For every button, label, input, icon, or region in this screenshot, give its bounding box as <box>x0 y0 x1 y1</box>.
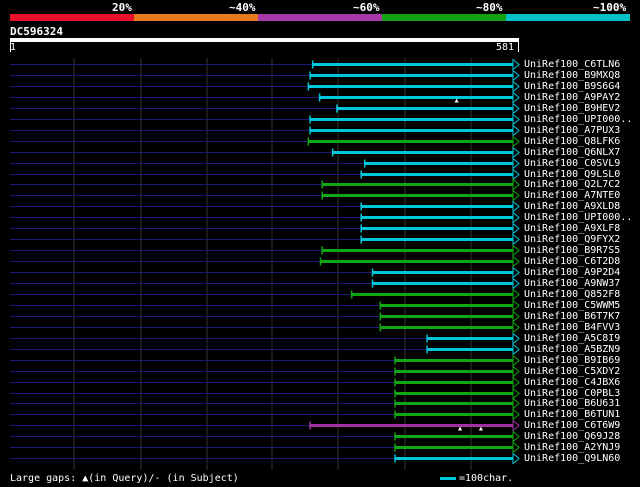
hit-label[interactable]: UniRef100_A7PUX3 <box>524 125 620 136</box>
hit-end-arrow <box>512 69 520 82</box>
hit-label[interactable]: UniRef100_C4JBX6 <box>524 377 620 388</box>
hit-label[interactable]: UniRef100_A5C8I9 <box>524 333 620 344</box>
hit-end-arrow <box>512 233 520 246</box>
hit-end-arrow <box>512 299 520 312</box>
hit-label[interactable]: UniRef100_A7NTE0 <box>524 190 620 201</box>
hit-end-arrow <box>512 146 520 159</box>
hit-label[interactable]: UniRef100_C5WWM5 <box>524 300 620 311</box>
hit-end-arrow <box>512 102 520 115</box>
hit-label[interactable]: UniRef100_Q2L7C2 <box>524 179 620 190</box>
hit-label[interactable]: UniRef100_Q852F8 <box>524 289 620 300</box>
hit-label[interactable]: UniRef100_C0SVL9 <box>524 158 620 169</box>
query-gap-marker <box>478 426 483 431</box>
legend-text: =100char. <box>459 473 514 484</box>
hit-end-arrow <box>512 211 520 224</box>
hit-end-arrow <box>512 113 520 126</box>
hit-end-arrow <box>512 135 520 148</box>
query-gap-marker <box>458 426 463 431</box>
hit-end-arrow <box>512 376 520 389</box>
hit-label[interactable]: UniRef100_A2YNJ9 <box>524 442 620 453</box>
hit-label[interactable]: UniRef100_B9IB69 <box>524 355 620 366</box>
legend-swatch <box>440 477 456 480</box>
hit-label[interactable]: UniRef100_B4FVV3 <box>524 322 620 333</box>
hit-label[interactable]: UniRef100_C6TLN6 <box>524 59 620 70</box>
hit-end-arrow <box>512 222 520 235</box>
hit-end-arrow <box>512 80 520 93</box>
hit-end-arrow <box>512 266 520 279</box>
hit-end-arrow <box>512 58 520 71</box>
hit-label[interactable]: UniRef100_Q8LFK6 <box>524 136 620 147</box>
hit-label[interactable]: UniRef100_Q69J28 <box>524 431 620 442</box>
hit-end-arrow <box>512 310 520 323</box>
hit-label[interactable]: UniRef100_B9S6G4 <box>524 81 620 92</box>
hit-end-arrow <box>512 408 520 421</box>
hit-label[interactable]: UniRef100_C6T6W9 <box>524 420 620 431</box>
hit-end-arrow <box>512 430 520 443</box>
hit-label[interactable]: UniRef100_A9XLD8 <box>524 201 620 212</box>
hit-end-arrow <box>512 321 520 334</box>
hit-label[interactable]: UniRef100_B6TUN1 <box>524 409 620 420</box>
gap-legend: Large gaps: ▲(in Query)/- (in Subject) <box>10 473 239 484</box>
hit-end-arrow <box>512 189 520 202</box>
hit-end-arrow <box>512 332 520 345</box>
hit-label[interactable]: UniRef100_B9HEV2 <box>524 103 620 114</box>
hit-end-arrow <box>512 157 520 170</box>
hit-end-arrow <box>512 343 520 356</box>
hit-end-arrow <box>512 288 520 301</box>
hit-label[interactable]: UniRef100_A5BZN9 <box>524 344 620 355</box>
hit-end-arrow <box>512 387 520 400</box>
hit-end-arrow <box>512 277 520 290</box>
hit-end-arrow <box>512 91 520 104</box>
scale-legend: =100char. <box>440 473 513 484</box>
hit-end-arrow <box>512 419 520 432</box>
hit-end-arrow <box>512 244 520 257</box>
hit-end-arrow <box>512 354 520 367</box>
hit-label[interactable]: UniRef100_Q9LN60 <box>524 453 620 464</box>
query-gap-marker <box>454 98 459 103</box>
hit-label[interactable]: UniRef100_B9MXQ8 <box>524 70 620 81</box>
hit-label[interactable]: UniRef100_C6T2D8 <box>524 256 620 267</box>
hit-end-arrow <box>512 178 520 191</box>
hit-label[interactable]: UniRef100_C5XDY2 <box>524 366 620 377</box>
hit-end-arrow <box>512 452 520 465</box>
hit-end-arrow <box>512 200 520 213</box>
hit-end-arrow <box>512 397 520 410</box>
hit-label[interactable]: UniRef100_UPI000.. <box>524 114 632 125</box>
hit-label[interactable]: UniRef100_A9PAY2 <box>524 92 620 103</box>
hit-end-arrow <box>512 365 520 378</box>
hit-label[interactable]: UniRef100_A9XLF8 <box>524 223 620 234</box>
hit-end-arrow <box>512 168 520 181</box>
hit-end-arrow <box>512 441 520 454</box>
hit-label[interactable]: UniRef100_UPI000.. <box>524 212 632 223</box>
hit-end-arrow <box>512 124 520 137</box>
hit-label[interactable]: UniRef100_B6T7K7 <box>524 311 620 322</box>
hit-label[interactable]: UniRef100_B6U631 <box>524 398 620 409</box>
hit-label[interactable]: UniRef100_B9R7S5 <box>524 245 620 256</box>
hit-label[interactable]: UniRef100_A9P2D4 <box>524 267 620 278</box>
hit-label[interactable]: UniRef100_Q6NLX7 <box>524 147 620 158</box>
hit-label[interactable]: UniRef100_Q9FYX2 <box>524 234 620 245</box>
hit-end-arrow <box>512 255 520 268</box>
hit-label[interactable]: UniRef100_A9NW37 <box>524 278 620 289</box>
